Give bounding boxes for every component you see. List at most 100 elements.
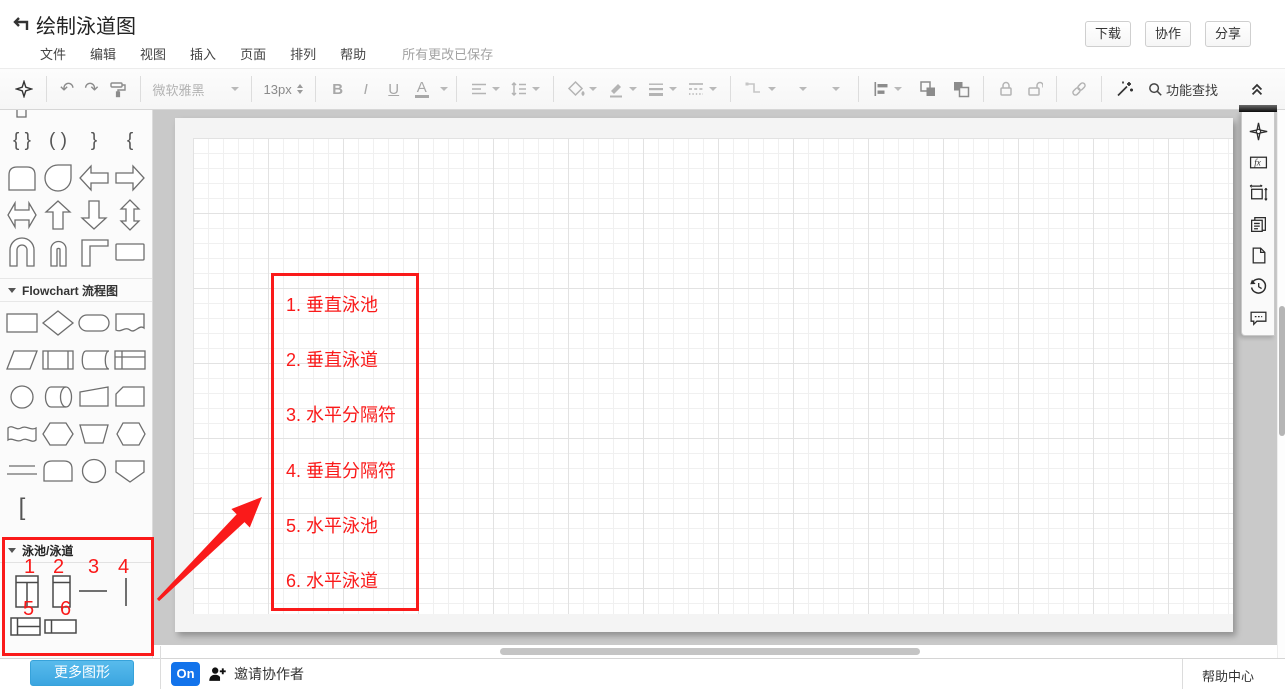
collaboration-toggle[interactable]: On (171, 662, 200, 686)
shape-divider-lines[interactable] (4, 452, 40, 489)
collaborate-button[interactable]: 协作 (1144, 21, 1191, 47)
shape-connector-circle[interactable] (4, 378, 40, 415)
pages-outline-icon[interactable] (1243, 209, 1273, 240)
waypoints-dropdown[interactable] (795, 87, 807, 91)
shape-brace-pair[interactable]: { } (4, 122, 40, 159)
shape-document-wave[interactable] (112, 304, 148, 341)
shape-block-arrow-up[interactable] (40, 196, 76, 233)
shape-preparation-hexagon[interactable] (40, 415, 76, 452)
shape-brace-open[interactable]: { (112, 122, 148, 159)
text-align-icon[interactable] (470, 80, 500, 98)
shape-manual-input[interactable] (76, 415, 112, 452)
shape-brace-close[interactable]: } (76, 122, 112, 159)
shape-block-arrow-down[interactable] (76, 196, 112, 233)
share-button[interactable]: 分享 (1204, 21, 1251, 47)
magic-select-icon[interactable] (15, 80, 33, 98)
shape-block-arrow-up-down[interactable] (112, 196, 148, 233)
shape-open-bracket[interactable]: [ (4, 489, 40, 526)
format-painter-icon[interactable] (109, 80, 127, 98)
shape-card[interactable] (112, 378, 148, 415)
unlock-icon[interactable] (1025, 80, 1043, 98)
shape-internal-storage[interactable] (112, 341, 148, 378)
shape-off-page-connector[interactable] (112, 452, 148, 489)
shape-data-parallelogram[interactable] (4, 341, 40, 378)
shape-display-hexagon[interactable] (112, 415, 148, 452)
invite-collaborators[interactable]: 邀请协作者 (208, 662, 304, 686)
shape-decision-diamond[interactable] (40, 304, 76, 341)
shape-block-arrow-right[interactable] (112, 159, 148, 196)
shape-direct-access-storage[interactable] (40, 378, 76, 415)
italic-button[interactable]: I (359, 81, 373, 98)
menu-page[interactable]: 页面 (240, 44, 266, 63)
shape-process-rect[interactable] (4, 304, 40, 341)
shape-teardrop[interactable] (40, 159, 76, 196)
connector-style-icon[interactable] (744, 80, 776, 98)
shape-u-tube-narrow[interactable] (40, 233, 76, 270)
collapse-toolbar-icon[interactable] (1249, 81, 1265, 97)
flowchart-section-header[interactable]: Flowchart 流程图 (0, 278, 152, 302)
new-page-icon[interactable] (1243, 240, 1273, 271)
menu-edit[interactable]: 编辑 (90, 44, 116, 63)
send-backward-icon[interactable] (952, 80, 970, 98)
shape-manual-operation[interactable] (76, 378, 112, 415)
shape-terminator-rounded[interactable] (76, 304, 112, 341)
shape-horizontal-lane[interactable] (44, 619, 78, 635)
menu-view[interactable]: 视图 (140, 44, 166, 63)
comment-icon[interactable] (1243, 302, 1273, 333)
general-shapes-grid: { }( )}{ (0, 110, 152, 270)
shape-block-arrow-left[interactable] (76, 159, 112, 196)
swimlane-section-header[interactable]: 泳池/泳道 (0, 538, 152, 563)
redo-icon[interactable]: ↷ (84, 79, 98, 99)
download-button[interactable]: 下载 (1084, 21, 1131, 47)
panel-collapse-bar[interactable] (1239, 105, 1277, 112)
line-weight-icon[interactable] (647, 80, 677, 98)
magic-wand-icon[interactable] (1115, 80, 1134, 98)
menu-help[interactable]: 帮助 (340, 44, 366, 63)
vertical-scrollbar-thumb[interactable] (1279, 306, 1285, 436)
help-center-link[interactable]: 帮助中心 (1202, 666, 1254, 685)
shape-delay-rounded[interactable] (40, 452, 76, 489)
shape-horizontal-separator[interactable] (78, 588, 108, 594)
shape-wave-flag[interactable] (4, 415, 40, 452)
bring-forward-icon[interactable] (919, 80, 937, 98)
fill-color-icon[interactable] (567, 80, 597, 98)
shape-rectangle[interactable] (112, 233, 148, 270)
history-icon[interactable] (1243, 271, 1273, 302)
horizontal-scrollbar-thumb[interactable] (500, 648, 920, 655)
line-spacing-icon[interactable] (510, 80, 540, 98)
font-family-select[interactable]: 微软雅黑 (153, 80, 239, 99)
shape-vertical-separator[interactable] (123, 577, 129, 607)
shape-corner-shape[interactable] (76, 233, 112, 270)
more-shapes-button[interactable]: 更多图形 (30, 660, 134, 686)
back-arrow-icon[interactable] (8, 13, 32, 37)
undo-icon[interactable]: ↶ (60, 79, 74, 99)
shape-bracket-bottom[interactable] (4, 110, 40, 122)
line-style-icon[interactable] (687, 80, 717, 98)
shape-predefined-process[interactable] (40, 341, 76, 378)
shape-rounded-top-rect[interactable] (4, 159, 40, 196)
navigator-compass-icon[interactable] (1243, 116, 1273, 147)
menu-arrange[interactable]: 排列 (290, 44, 316, 63)
formula-fx-icon[interactable]: fx (1243, 147, 1273, 178)
arrow-style-dropdown[interactable] (828, 87, 840, 91)
underline-button[interactable]: U (387, 81, 401, 98)
shape-block-arrow-left-right[interactable] (4, 196, 40, 233)
menu-insert[interactable]: 插入 (190, 44, 216, 63)
lock-icon[interactable] (997, 80, 1015, 98)
link-icon[interactable] (1070, 80, 1088, 98)
resize-page-icon[interactable] (1243, 178, 1273, 209)
shape-u-tube[interactable] (4, 233, 40, 270)
bold-button[interactable]: B (331, 81, 345, 98)
shape-stored-data[interactable] (76, 341, 112, 378)
font-size-stepper[interactable]: 13px (264, 82, 303, 97)
menu-file[interactable]: 文件 (40, 44, 66, 63)
shape-circle[interactable] (76, 452, 112, 489)
vertical-scrollbar[interactable] (1277, 110, 1285, 658)
line-color-icon[interactable] (607, 80, 637, 98)
horizontal-scrollbar[interactable] (161, 645, 1277, 658)
annotation-item-3: 3. 水平分隔符 (286, 405, 397, 426)
align-objects-icon[interactable] (872, 80, 902, 98)
shape-paren-pair[interactable]: ( ) (40, 122, 76, 159)
font-color-button[interactable]: A (408, 80, 448, 98)
feature-search[interactable]: 功能查找 (1147, 80, 1218, 99)
